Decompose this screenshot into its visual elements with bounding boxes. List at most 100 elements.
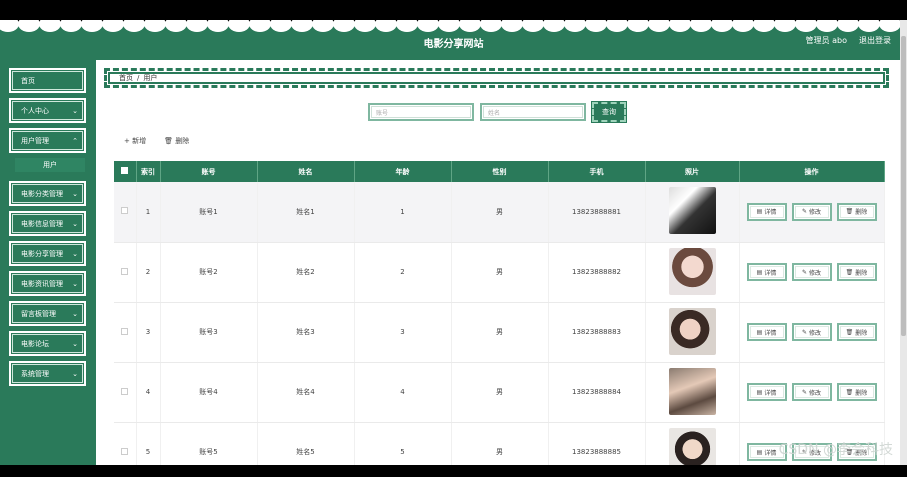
edit-button[interactable]: ✎ 修改	[791, 383, 832, 401]
chevron-down-icon: ⌄	[72, 309, 78, 318]
detail-button[interactable]: ▤ 详情	[746, 383, 787, 401]
detail-button[interactable]: ▤ 详情	[746, 263, 787, 281]
breadcrumb-current: 用户	[143, 74, 158, 82]
delete-button[interactable]: 🗑 删除	[836, 263, 877, 281]
sidebar-item-movie-forum[interactable]: 电影论坛 ⌄	[9, 331, 86, 356]
sidebar-subitem-user[interactable]: 用户	[15, 158, 85, 172]
detail-label: 详情	[764, 209, 777, 217]
detail-icon: ▤	[756, 328, 763, 336]
batch-delete-button[interactable]: 🗑 删除	[164, 136, 189, 146]
name-search-input[interactable]: 姓名	[480, 103, 586, 121]
scallop-shape	[459, 20, 481, 32]
scallop-shape	[816, 20, 838, 32]
trash-icon: 🗑	[845, 208, 854, 216]
row-select-cell[interactable]	[114, 422, 137, 465]
cell-gender: 男	[451, 362, 549, 423]
delete-button[interactable]: 🗑 删除	[836, 383, 877, 401]
select-all-checkbox[interactable]	[121, 167, 129, 174]
table-row[interactable]: 2 账号2 姓名2 2 男 13823888882 ▤ 详情 ✎ 修改 🗑 删除	[114, 242, 885, 303]
edit-label: 修改	[809, 329, 822, 337]
edit-button[interactable]: ✎ 修改	[791, 202, 832, 221]
delete-button[interactable]: 🗑 删除	[836, 202, 877, 221]
detail-icon: ▤	[756, 268, 763, 276]
edit-button[interactable]: ✎ 修改	[791, 263, 832, 281]
batch-delete-label: 删除	[175, 137, 190, 145]
trash-icon: 🗑	[845, 328, 854, 336]
logout-link[interactable]: 退出登录	[859, 35, 891, 46]
edit-label: 修改	[809, 209, 822, 217]
row-actions: ▤ 详情 ✎ 修改 🗑 删除	[740, 383, 884, 401]
row-checkbox[interactable]	[121, 327, 129, 335]
row-checkbox[interactable]	[121, 207, 129, 215]
table-row[interactable]: 3 账号3 姓名3 3 男 13823888883 ▤ 详情 ✎ 修改 🗑 删除	[114, 302, 885, 363]
breadcrumb-home[interactable]: 首页	[119, 73, 133, 83]
query-button[interactable]: 查询	[591, 101, 627, 123]
search-bar: 账号 姓名 查询	[368, 101, 627, 123]
sidebar-item-user-management[interactable]: 用户管理 ⌃	[9, 128, 86, 153]
screen: 电影分享网站 管理员 abo 退出登录 首页 个人中心 ⌄ 用户管理 ⌃ 用户 …	[0, 0, 907, 477]
scrollbar-thumb[interactable]	[901, 36, 906, 336]
scallop-shape	[480, 20, 502, 32]
detail-label: 详情	[764, 269, 777, 277]
admin-user-label[interactable]: 管理员 abo	[806, 35, 847, 46]
cell-index: 2	[136, 242, 161, 303]
table-row[interactable]: 4 账号4 姓名4 4 男 13823888884 ▤ 详情 ✎ 修改 🗑 删除	[114, 362, 885, 423]
watermark: CSDN @李会科技	[778, 442, 893, 458]
sidebar-item-label: 电影分享管理	[21, 249, 63, 258]
cell-actions: ▤ 详情 ✎ 修改 🗑 删除	[739, 302, 885, 363]
cell-phone: 13823888882	[548, 242, 646, 303]
row-select-cell[interactable]	[114, 242, 137, 303]
select-all-header[interactable]	[114, 161, 137, 182]
detail-icon: ▤	[756, 448, 763, 456]
scallop-shape	[879, 20, 901, 32]
sidebar-item-profile[interactable]: 个人中心 ⌄	[9, 98, 86, 123]
row-checkbox[interactable]	[121, 387, 129, 395]
user-photo[interactable]	[668, 187, 716, 235]
row-actions: ▤ 详情 ✎ 修改 🗑 删除	[740, 263, 884, 281]
delete-label: 删除	[855, 269, 868, 277]
chevron-down-icon: ⌄	[72, 279, 78, 288]
detail-button[interactable]: ▤ 详情	[746, 202, 787, 221]
delete-button[interactable]: 🗑 删除	[836, 323, 877, 341]
add-button[interactable]: + 新增	[124, 136, 146, 146]
user-photo[interactable]	[668, 307, 716, 355]
chevron-down-icon: ⌄	[72, 339, 78, 348]
user-photo[interactable]	[668, 367, 716, 415]
sidebar-item-movie-category[interactable]: 电影分类管理 ⌄	[9, 181, 86, 206]
sidebar-item-system[interactable]: 系统管理 ⌄	[9, 361, 86, 386]
sidebar-item-movie-share[interactable]: 电影分享管理 ⌄	[9, 241, 86, 266]
user-photo[interactable]	[668, 427, 716, 465]
row-select-cell[interactable]	[114, 302, 137, 363]
cell-phone: 13823888883	[548, 302, 646, 363]
chevron-down-icon: ⌄	[72, 219, 78, 228]
detail-label: 详情	[764, 449, 777, 457]
row-select-cell[interactable]	[114, 182, 137, 243]
table-row[interactable]: 1 账号1 姓名1 1 男 13823888881 ▤ 详情 ✎ 修改 🗑 删除	[114, 182, 885, 243]
edit-button[interactable]: ✎ 修改	[791, 323, 832, 341]
row-checkbox[interactable]	[121, 267, 129, 275]
table-toolbar: + 新增 🗑 删除	[124, 136, 189, 146]
sidebar-item-movie-info[interactable]: 电影信息管理 ⌄	[9, 211, 86, 236]
cell-actions: ▤ 详情 ✎ 修改 🗑 删除	[739, 242, 885, 303]
col-phone: 手机	[548, 161, 646, 182]
sidebar-item-movie-news[interactable]: 电影资讯管理 ⌄	[9, 271, 86, 296]
scallop-shape	[312, 20, 334, 32]
sidebar-item-home[interactable]: 首页	[9, 68, 86, 93]
site-title: 电影分享网站	[423, 39, 484, 50]
scallop-shape	[0, 20, 19, 32]
table-row[interactable]: 5 账号5 姓名5 5 男 13823888885 ▤ 详情 ✎ 修改 🗑 删除	[114, 422, 885, 465]
row-checkbox[interactable]	[121, 447, 129, 455]
scallop-shape	[102, 20, 124, 32]
scallop-shape	[396, 20, 418, 32]
edit-icon: ✎	[801, 268, 807, 276]
scallop-shape	[795, 20, 817, 32]
account-search-input[interactable]: 账号	[368, 103, 474, 121]
edit-label: 修改	[809, 269, 822, 277]
user-photo[interactable]	[668, 247, 716, 295]
detail-button[interactable]: ▤ 详情	[746, 323, 787, 341]
row-select-cell[interactable]	[114, 362, 137, 423]
scallop-shape	[753, 20, 775, 32]
scallop-shape	[81, 20, 103, 32]
sidebar-item-message-board[interactable]: 留言板管理 ⌄	[9, 301, 86, 326]
scallop-shape	[648, 20, 670, 32]
